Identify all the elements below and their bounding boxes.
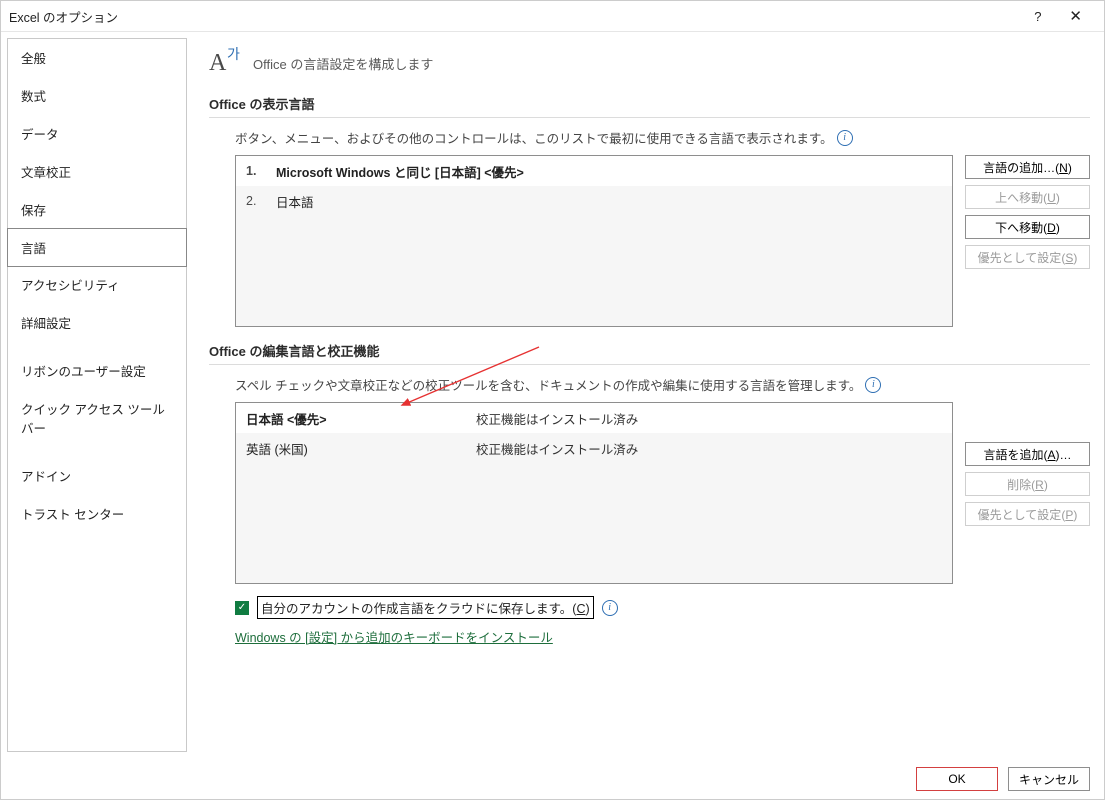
- editing-language-buttons: 言語を追加(A)… 削除(R) 優先として設定(P): [965, 442, 1090, 526]
- main-panel: A가 Office の言語設定を構成します Office の表示言語 ボタン、メ…: [193, 32, 1104, 758]
- add-editing-language-button[interactable]: 言語を追加(A)…: [965, 442, 1090, 466]
- add-display-language-button[interactable]: 言語の追加…(N): [965, 155, 1090, 179]
- sidebar-item-qat[interactable]: クイック アクセス ツール バー: [8, 390, 186, 447]
- set-preferred-display-button: 優先として設定(S): [965, 245, 1090, 269]
- keyboard-install-link-row: Windows の [設定] から追加のキーボードをインストール: [235, 627, 1090, 646]
- sidebar-item-addins[interactable]: アドイン: [8, 457, 186, 495]
- cloud-save-label[interactable]: 自分のアカウントの作成言語をクラウドに保存します。(C): [257, 596, 594, 619]
- cloud-save-row: ✓ 自分のアカウントの作成言語をクラウドに保存します。(C) i: [235, 596, 1090, 619]
- close-button[interactable]: ✕: [1055, 7, 1096, 25]
- options-dialog: Excel のオプション ? ✕ 全般 数式 データ 文章校正 保存 言語 アク…: [0, 0, 1105, 800]
- list-item-language: 日本語 <優先>: [246, 409, 476, 428]
- editing-language-section: Office の編集言語と校正機能 スペル チェックや文章校正などの校正ツールを…: [209, 341, 1090, 646]
- list-item-label: Microsoft Windows と同じ [日本語] <優先>: [276, 162, 524, 181]
- help-button[interactable]: ?: [1020, 9, 1055, 24]
- keyboard-install-link[interactable]: Windows の [設定] から追加のキーボードをインストール: [235, 631, 553, 645]
- editing-language-description: スペル チェックや文章校正などの校正ツールを含む、ドキュメントの作成や編集に使用…: [235, 375, 1090, 394]
- display-language-buttons: 言語の追加…(N) 上へ移動(U) 下へ移動(D) 優先として設定(S): [965, 155, 1090, 269]
- window-title: Excel のオプション: [9, 7, 1020, 26]
- category-sidebar: 全般 数式 データ 文章校正 保存 言語 アクセシビリティ 詳細設定 リボンのユ…: [7, 38, 187, 752]
- title-bar: Excel のオプション ? ✕: [1, 1, 1104, 32]
- display-language-section-title: Office の表示言語: [209, 94, 1090, 113]
- display-language-listbox[interactable]: 1. Microsoft Windows と同じ [日本語] <優先> 2. 日…: [235, 155, 953, 327]
- sidebar-item-general[interactable]: 全般: [8, 39, 186, 77]
- list-item-number: 1.: [246, 164, 276, 178]
- page-heading-row: A가 Office の言語設定を構成します: [209, 48, 1090, 78]
- cancel-button[interactable]: キャンセル: [1008, 767, 1090, 791]
- editing-language-description-text: スペル チェックや文章校正などの校正ツールを含む、ドキュメントの作成や編集に使用…: [235, 375, 861, 394]
- section-divider: [209, 117, 1090, 118]
- editing-language-area: 日本語 <優先> 校正機能はインストール済み 英語 (米国) 校正機能はインスト…: [235, 402, 1090, 584]
- sidebar-item-data[interactable]: データ: [8, 115, 186, 153]
- sidebar-item-save[interactable]: 保存: [8, 191, 186, 229]
- dialog-body: 全般 数式 データ 文章校正 保存 言語 アクセシビリティ 詳細設定 リボンのユ…: [1, 32, 1104, 758]
- list-item-status: 校正機能はインストール済み: [476, 409, 942, 428]
- list-item-language: 英語 (米国): [246, 439, 476, 458]
- list-item[interactable]: 2. 日本語: [236, 186, 952, 216]
- sidebar-item-customize-ribbon[interactable]: リボンのユーザー設定: [8, 352, 186, 390]
- sidebar-item-accessibility[interactable]: アクセシビリティ: [8, 266, 186, 304]
- editing-language-listbox[interactable]: 日本語 <優先> 校正機能はインストール済み 英語 (米国) 校正機能はインスト…: [235, 402, 953, 584]
- cloud-save-checkbox[interactable]: ✓: [235, 601, 249, 615]
- list-item[interactable]: 1. Microsoft Windows と同じ [日本語] <優先>: [235, 155, 953, 187]
- language-heading-icon: A가: [209, 48, 239, 78]
- list-item-status: 校正機能はインストール済み: [476, 439, 942, 458]
- display-language-area: 1. Microsoft Windows と同じ [日本語] <優先> 2. 日…: [235, 155, 1090, 327]
- remove-editing-language-button: 削除(R): [965, 472, 1090, 496]
- list-item-number: 2.: [246, 194, 276, 208]
- list-item[interactable]: 日本語 <優先> 校正機能はインストール済み: [235, 402, 953, 434]
- ok-button[interactable]: OK: [916, 767, 998, 791]
- display-language-description-text: ボタン、メニュー、およびその他のコントロールは、このリストで最初に使用できる言語…: [235, 128, 833, 147]
- move-up-button: 上へ移動(U): [965, 185, 1090, 209]
- info-icon[interactable]: i: [865, 377, 881, 393]
- sidebar-item-trust-center[interactable]: トラスト センター: [8, 495, 186, 533]
- info-icon[interactable]: i: [602, 600, 618, 616]
- info-icon[interactable]: i: [837, 130, 853, 146]
- list-item[interactable]: 英語 (米国) 校正機能はインストール済み: [236, 433, 952, 463]
- display-language-description: ボタン、メニュー、およびその他のコントロールは、このリストで最初に使用できる言語…: [235, 128, 1090, 147]
- set-preferred-editing-button: 優先として設定(P): [965, 502, 1090, 526]
- sidebar-item-language[interactable]: 言語: [7, 228, 187, 267]
- page-heading: Office の言語設定を構成します: [253, 54, 433, 73]
- dialog-footer: OK キャンセル: [1, 758, 1104, 799]
- list-item-label: 日本語: [276, 192, 314, 211]
- sidebar-item-proofing[interactable]: 文章校正: [8, 153, 186, 191]
- editing-language-section-title: Office の編集言語と校正機能: [209, 341, 1090, 360]
- move-down-button[interactable]: 下へ移動(D): [965, 215, 1090, 239]
- sidebar-item-advanced[interactable]: 詳細設定: [8, 304, 186, 342]
- sidebar-item-formulas[interactable]: 数式: [8, 77, 186, 115]
- section-divider: [209, 364, 1090, 365]
